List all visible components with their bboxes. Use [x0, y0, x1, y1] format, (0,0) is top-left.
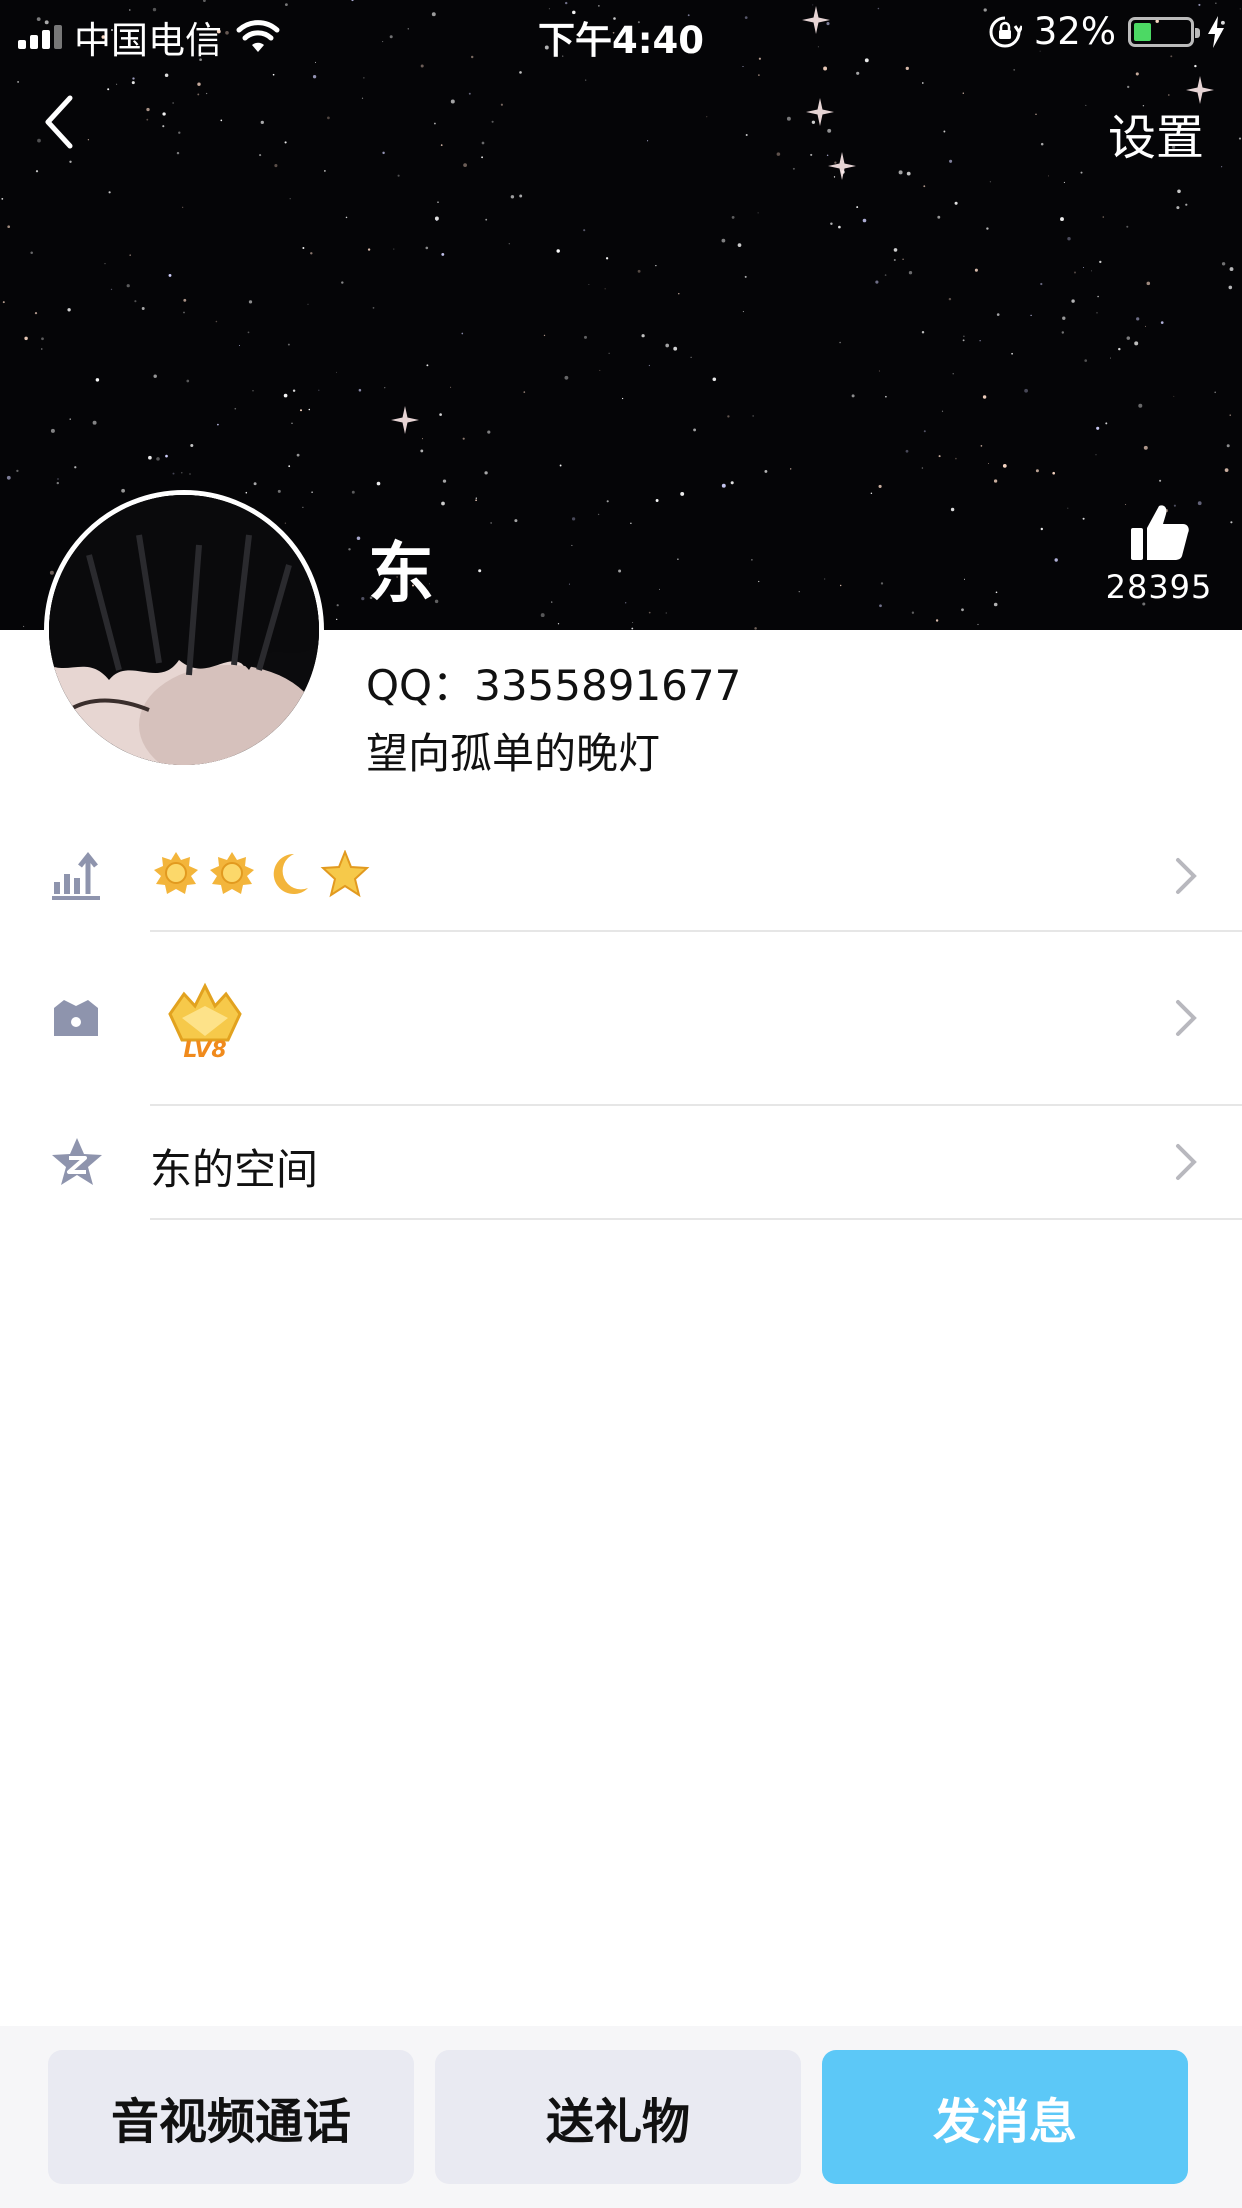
chevron-left-icon	[45, 95, 73, 149]
send-message-button[interactable]: 发消息	[822, 2050, 1188, 2184]
send-gift-button[interactable]: 送礼物	[435, 2050, 801, 2184]
level-row[interactable]	[0, 820, 1242, 932]
level-bars-icon	[52, 851, 100, 900]
nickname: 东	[368, 535, 434, 612]
charging-bolt-icon	[1208, 15, 1224, 48]
thumbs-up-icon	[1131, 505, 1189, 560]
like-button[interactable]: 28395	[1104, 500, 1214, 606]
signature: 望向孤单的晚灯	[366, 729, 661, 778]
qzone-label: 东的空间	[150, 1145, 319, 1194]
back-button[interactable]	[40, 92, 100, 162]
sun-icon	[210, 852, 254, 894]
battery-percent: 32%	[1033, 10, 1116, 53]
qq-number: QQ：3355891677	[366, 661, 742, 710]
star-icon	[320, 850, 370, 898]
qzone-star-icon	[52, 1138, 102, 1185]
action-bar: 音视频通话 送礼物 发消息	[0, 2026, 1242, 2208]
vip-badge: LV8	[160, 978, 250, 1068]
crown-icon	[54, 1000, 98, 1036]
orientation-lock-icon	[989, 16, 1022, 47]
chevron-right-icon	[1176, 858, 1197, 894]
vip-row[interactable]: LV8	[0, 932, 1242, 1106]
vip-level-label: LV8	[183, 1038, 227, 1063]
settings-button[interactable]: 设置	[1108, 98, 1204, 168]
moon-icon	[273, 853, 308, 894]
battery-icon	[1128, 16, 1200, 47]
level-badges	[152, 850, 370, 898]
like-count: 28395	[1105, 568, 1213, 606]
video-call-button[interactable]: 音视频通话	[48, 2050, 414, 2184]
sun-icon	[154, 852, 198, 894]
avatar[interactable]	[44, 490, 324, 770]
chevron-right-icon	[1176, 1144, 1197, 1180]
chevron-right-icon	[1176, 1000, 1197, 1036]
status-bar: 中国电信 下午4:40 32%	[0, 0, 1242, 62]
avatar-photo	[49, 495, 319, 765]
qzone-row[interactable]: 东的空间	[0, 1106, 1242, 1220]
